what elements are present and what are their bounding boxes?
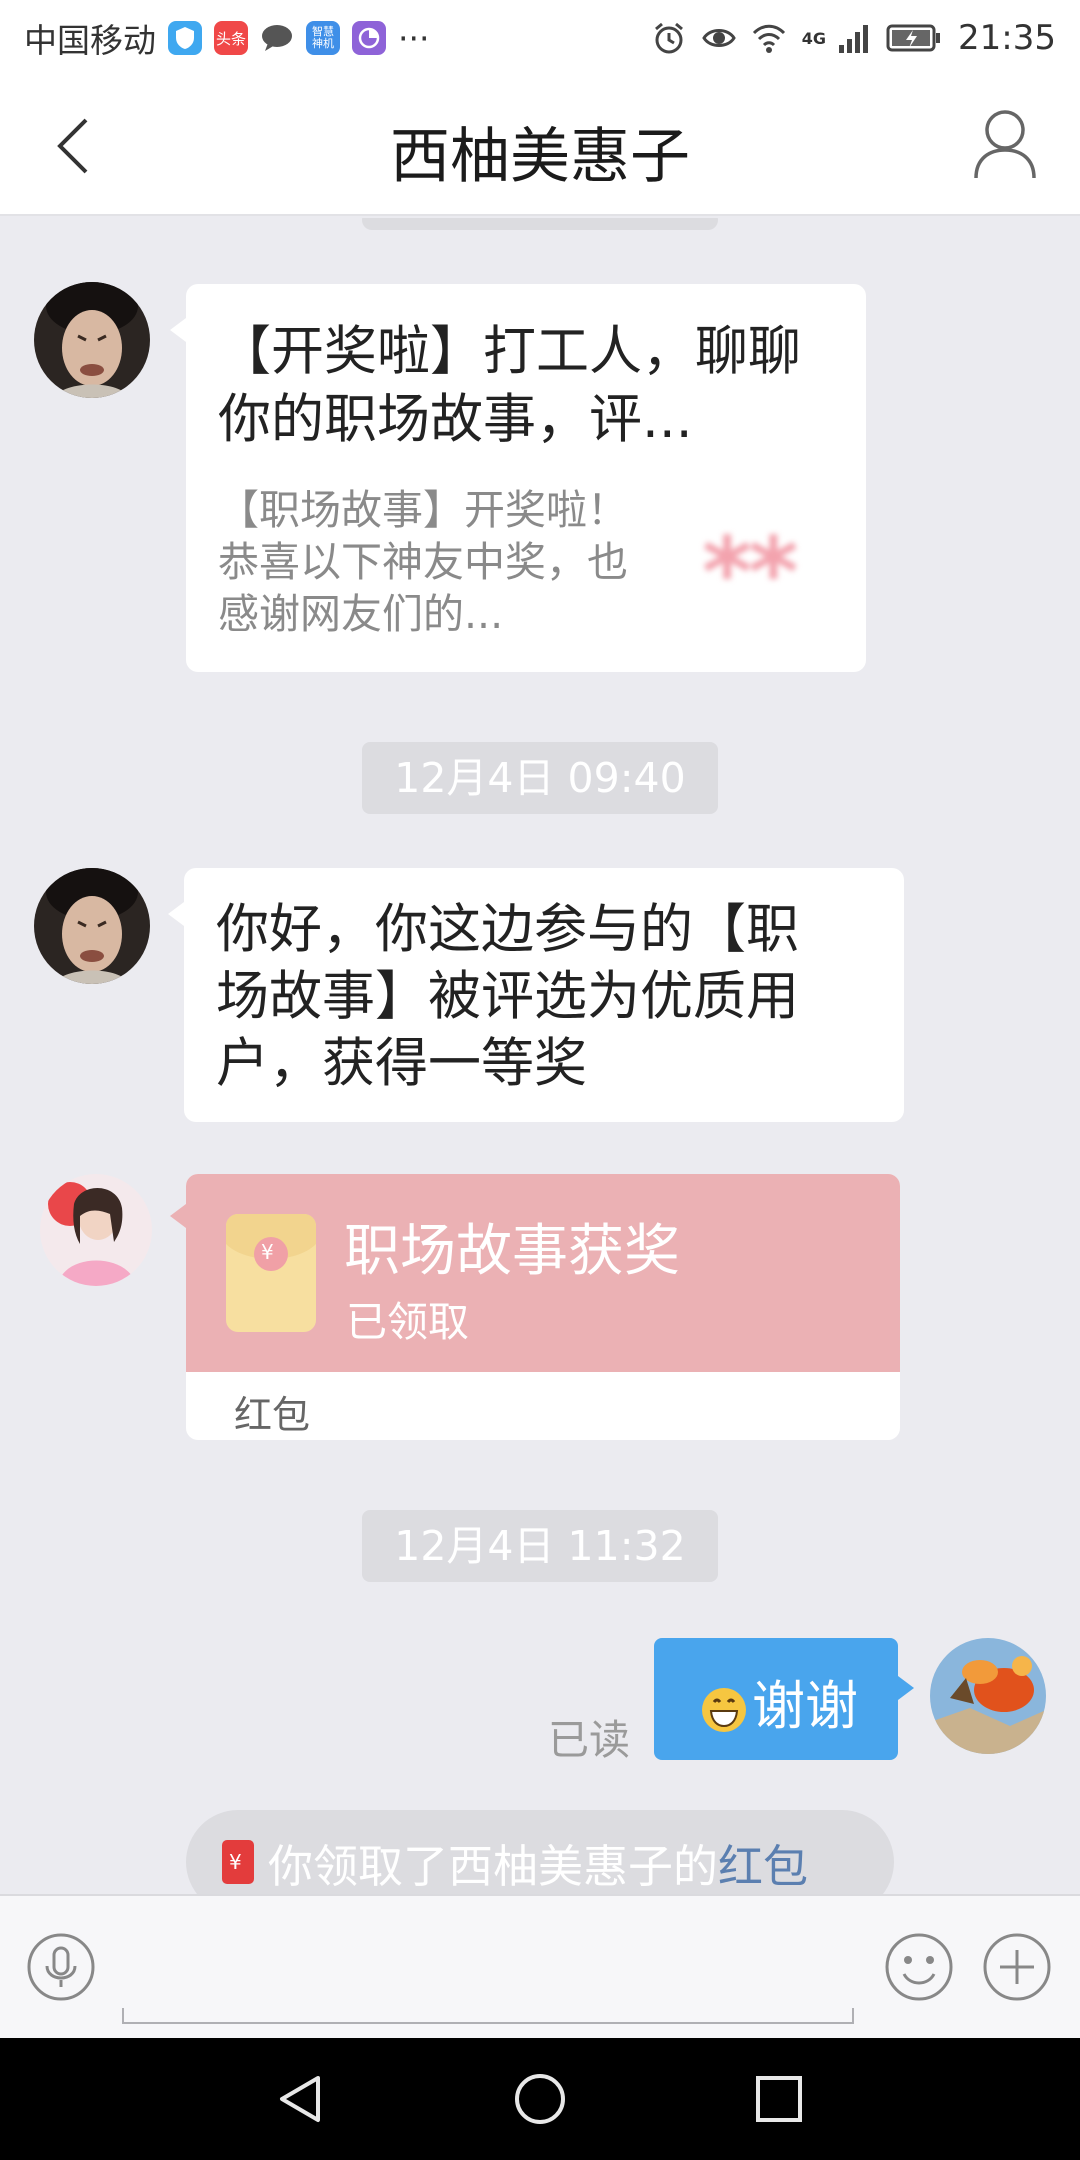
nav-recents-icon[interactable] <box>752 2072 806 2126</box>
emoji-icon[interactable] <box>884 1932 954 2002</box>
previous-message-stub <box>362 218 718 230</box>
zhiyun-app-icon: 智慧 神机 <box>306 21 340 55</box>
red-packet-tail <box>170 1204 186 1228</box>
avatar-self[interactable] <box>930 1638 1046 1754</box>
read-receipt: 已读 <box>548 1716 630 1764</box>
chat-app-icon <box>260 21 294 55</box>
link-card[interactable]: 【开奖啦】打工人，聊聊你的职场故事，评... 【职场故事】开奖啦！恭喜以下神友中… <box>170 284 866 672</box>
nav-back-icon[interactable] <box>274 2072 328 2126</box>
my-message-bubble[interactable]: 谢谢 <box>654 1638 914 1760</box>
system-notice-text: 你领取了西柚美惠子的 <box>268 1839 719 1893</box>
timestamp: 12月4日 09:40 <box>362 742 718 814</box>
pie-app-icon <box>352 21 386 55</box>
shield-app-icon <box>168 21 202 55</box>
link-card-thumbnail: ** <box>702 517 798 629</box>
wifi-icon <box>752 24 785 53</box>
plus-icon[interactable] <box>982 1932 1052 2002</box>
battery-icon <box>886 24 941 52</box>
message-text: 谢谢 <box>752 1676 858 1737</box>
avatar-contact[interactable] <box>34 282 150 398</box>
link-card-description: 【职场故事】开奖啦！恭喜以下神友中奖，也感谢网友们的... <box>218 486 628 638</box>
red-packet-label: 红包 <box>234 1393 311 1437</box>
page-title: 西柚美惠子 <box>390 122 690 192</box>
system-navigation-bar <box>0 2038 1080 2160</box>
toutiao-app-icon: 头条 <box>214 21 248 55</box>
grinning-emoji-icon <box>702 1688 746 1732</box>
avatar-sender[interactable] <box>40 1174 152 1286</box>
timestamp: 12月4日 11:32 <box>362 1510 718 1582</box>
link-card-title: 【开奖啦】打工人，聊聊你的职场故事，评... <box>218 321 801 450</box>
profile-icon[interactable] <box>970 106 1040 180</box>
red-packet-mini-icon: ¥ <box>222 1840 254 1884</box>
alarm-icon <box>654 22 683 54</box>
red-packet-envelope-icon: ¥ <box>226 1214 316 1332</box>
yuan-icon: ¥ <box>261 1240 274 1264</box>
red-packet-header: ¥ 职场故事获奖 已领取 <box>186 1174 900 1372</box>
carrier-label: 中国移动 <box>24 21 156 60</box>
message-text: 你好，你这边参与的【职场故事】被评选为优质用户，获得一等奖 <box>216 899 799 1094</box>
red-packet-card[interactable]: ¥ 职场故事获奖 已领取 红包 <box>186 1174 900 1440</box>
signal-icon <box>839 25 869 53</box>
yuan-icon: ¥ <box>229 1850 242 1874</box>
message-input[interactable] <box>122 2008 854 2024</box>
avatar-contact[interactable] <box>34 868 150 984</box>
network-type: 4G <box>801 28 827 48</box>
status-bar: 中国移动 头条 智慧 神机 ··· 4G 21:35 <box>0 0 1080 76</box>
clock: 21:35 <box>958 18 1056 58</box>
eye-icon <box>701 29 736 47</box>
nav-home-icon[interactable] <box>513 2072 567 2126</box>
red-packet-status: 已领取 <box>346 1298 469 1346</box>
red-packet-title: 职场故事获奖 <box>344 1219 680 1284</box>
input-bar <box>0 1894 1080 2038</box>
system-notice: ¥ 你领取了西柚美惠子的 红包 <box>186 1810 894 1894</box>
more-notifications: ··· <box>398 18 430 58</box>
microphone-icon[interactable] <box>26 1932 96 2002</box>
red-packet-link[interactable]: 红包 <box>718 1830 808 1895</box>
message-bubble[interactable]: 你好，你这边参与的【职场故事】被评选为优质用户，获得一等奖 <box>168 868 904 1122</box>
message-list[interactable]: 【开奖啦】打工人，聊聊你的职场故事，评... 【职场故事】开奖啦！恭喜以下神友中… <box>0 218 1080 1894</box>
chat-header: 西柚美惠子 <box>0 76 1080 216</box>
